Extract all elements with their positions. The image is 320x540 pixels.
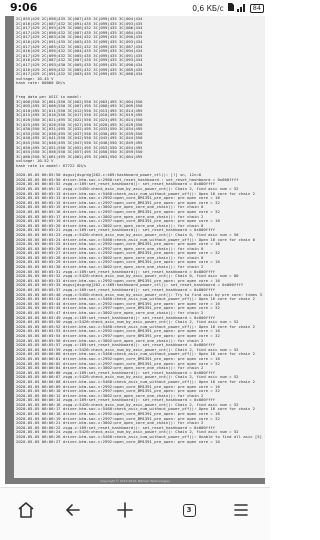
home-button[interactable] [15, 499, 37, 521]
tab-count: 3 [182, 503, 196, 517]
back-button[interactable] [62, 499, 84, 521]
copyright-footer: Copyright © 2013-2019, Bitmain Technolog… [100, 479, 170, 483]
arrow-left-icon [66, 504, 80, 516]
signal-icon [236, 4, 247, 12]
new-tab-button[interactable] [114, 499, 136, 521]
status-bar: 9:06 0,6 КБ/с 84 [0, 0, 270, 16]
kernel-log-text: 2C|055|429 2C|098|435 3C|007|435 3C|099|… [16, 16, 265, 444]
menu-button[interactable] [230, 499, 252, 521]
status-icons: 0,6 КБ/с 84 [192, 3, 264, 13]
browser-toolbar: 3 [0, 487, 270, 540]
plus-icon [117, 502, 133, 518]
menu-icon [234, 504, 248, 516]
status-time: 9:06 [10, 1, 38, 14]
kernel-log-panel[interactable]: 2C|055|429 2C|098|435 3C|007|435 3C|099|… [14, 16, 265, 478]
tabs-button[interactable]: 3 [178, 499, 200, 521]
network-speed: 0,6 КБ/с [192, 3, 224, 13]
home-icon [18, 502, 34, 518]
battery-icon: 84 [249, 3, 264, 13]
log-frame: 2C|055|429 2C|098|435 3C|007|435 3C|099|… [5, 16, 265, 484]
sim-icon [227, 3, 234, 13]
